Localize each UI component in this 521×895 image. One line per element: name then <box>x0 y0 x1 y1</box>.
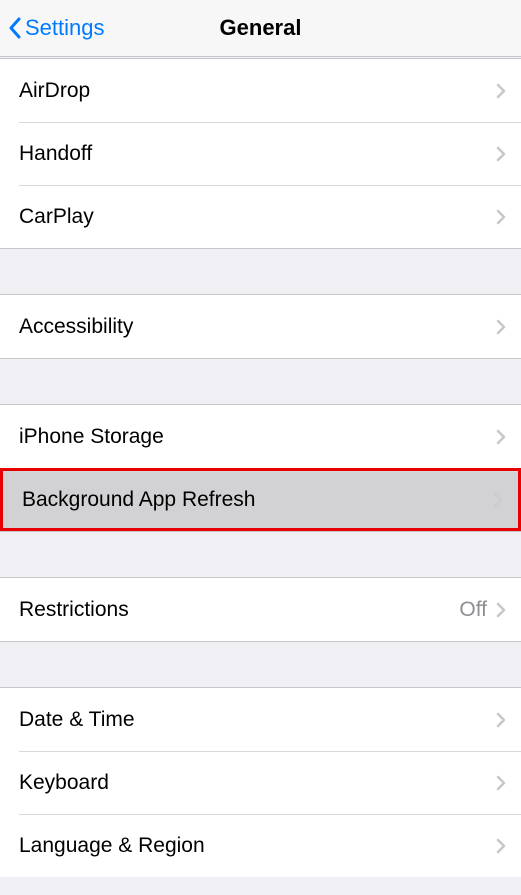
chevron-right-icon <box>496 712 506 728</box>
row-label: AirDrop <box>19 79 496 103</box>
row-date-time[interactable]: Date & Time <box>0 688 521 751</box>
chevron-right-icon <box>496 146 506 162</box>
row-airdrop[interactable]: AirDrop <box>0 59 521 122</box>
row-detail: Off <box>459 598 487 622</box>
row-label: Keyboard <box>19 771 496 795</box>
chevron-right-icon <box>496 429 506 445</box>
group-spacer <box>0 248 521 295</box>
row-label: Accessibility <box>19 315 496 339</box>
group-spacer <box>0 531 521 578</box>
row-keyboard[interactable]: Keyboard <box>0 751 521 814</box>
group-spacer <box>0 358 521 405</box>
row-carplay[interactable]: CarPlay <box>0 185 521 248</box>
section-restrictions: Restrictions Off <box>0 578 521 641</box>
row-restrictions[interactable]: Restrictions Off <box>0 578 521 641</box>
chevron-right-icon <box>496 838 506 854</box>
row-label: iPhone Storage <box>19 425 496 449</box>
section-regional: Date & Time Keyboard Language & Region <box>0 688 521 877</box>
chevron-right-icon <box>493 492 503 508</box>
row-label: Restrictions <box>19 598 459 622</box>
row-accessibility[interactable]: Accessibility <box>0 295 521 358</box>
chevron-left-icon <box>8 17 21 39</box>
back-label: Settings <box>25 15 105 41</box>
row-background-app-refresh[interactable]: Background App Refresh <box>0 468 521 531</box>
chevron-right-icon <box>496 602 506 618</box>
chevron-right-icon <box>496 209 506 225</box>
row-language-region[interactable]: Language & Region <box>0 814 521 877</box>
row-label: Handoff <box>19 142 496 166</box>
row-label: Date & Time <box>19 708 496 732</box>
row-label: CarPlay <box>19 205 496 229</box>
section-connectivity: AirDrop Handoff CarPlay <box>0 59 521 248</box>
row-iphone-storage[interactable]: iPhone Storage <box>0 405 521 468</box>
chevron-right-icon <box>496 83 506 99</box>
row-label: Language & Region <box>19 834 496 858</box>
row-handoff[interactable]: Handoff <box>0 122 521 185</box>
chevron-right-icon <box>496 319 506 335</box>
back-button[interactable]: Settings <box>8 15 105 41</box>
page-title: General <box>220 15 302 41</box>
section-storage: iPhone Storage Background App Refresh <box>0 405 521 531</box>
section-accessibility: Accessibility <box>0 295 521 358</box>
navigation-bar: Settings General <box>0 0 521 57</box>
row-label: Background App Refresh <box>22 488 493 512</box>
group-spacer <box>0 641 521 688</box>
chevron-right-icon <box>496 775 506 791</box>
